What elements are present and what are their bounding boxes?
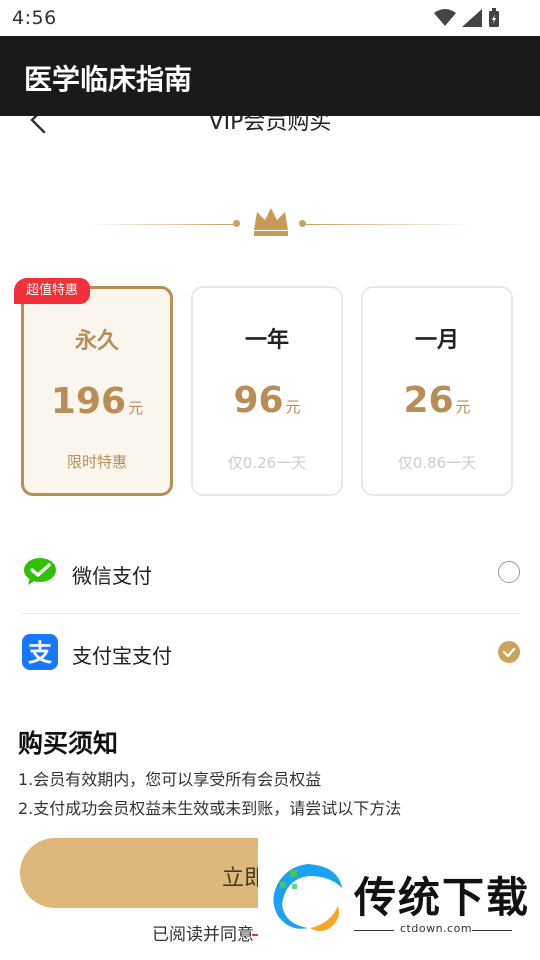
wifi-icon — [434, 9, 456, 26]
plan-card-year[interactable]: 一年 96 元 仅0.26一天 — [191, 286, 343, 496]
radio-checked-icon[interactable] — [498, 641, 520, 663]
decor-dot-left — [233, 220, 240, 227]
plan-name: 一年 — [244, 328, 289, 353]
notice-line: 2.支付成功会员权益未生效或未到账，请尝试以下方法 — [18, 799, 402, 818]
wechat-pay-icon — [24, 558, 56, 585]
watermark-rule-left — [354, 930, 394, 931]
plan-name: 永久 — [74, 329, 119, 354]
plan-note: 限时特惠 — [66, 453, 127, 471]
check-icon — [502, 647, 516, 658]
payment-option-alipay[interactable]: 支 支付宝支付 — [22, 618, 520, 688]
signal-icon — [462, 9, 482, 27]
watermark-logo — [273, 864, 342, 931]
plan-price: 96 元 — [193, 380, 341, 421]
status-time: 4:56 — [12, 7, 57, 29]
plan-list: 永久 196 元 限时特惠 超值特惠 一年 96 元 仅0.26一天 一月 26 元 … — [0, 278, 540, 498]
watermark-domain: ctdown.com — [400, 922, 473, 935]
plan-card-permanent[interactable]: 永久 196 元 限时特惠 — [21, 286, 173, 496]
plan-card-month[interactable]: 一月 26 元 仅0.86一天 — [361, 286, 513, 496]
plan-price-value: 26 — [403, 380, 454, 421]
plan-price: 26 元 — [363, 380, 511, 421]
payment-divider — [22, 613, 520, 614]
plan-price: 196 元 — [24, 381, 170, 422]
status-bar: 4:56 — [0, 0, 540, 36]
crown-decoration — [0, 200, 540, 244]
watermark-rule-right — [472, 930, 512, 931]
agreement-text[interactable]: 已阅读并同意 — [152, 920, 254, 945]
plan-price-unit: 元 — [285, 398, 301, 416]
svg-text:支: 支 — [28, 639, 53, 667]
decor-line-left — [88, 224, 233, 225]
app-bar: 医学临床指南 — [0, 36, 540, 116]
decor-dot-right — [299, 220, 306, 227]
notice-title: 购买须知 — [18, 729, 119, 758]
watermark-brand: 传统下载 — [354, 873, 531, 922]
plan-price-unit: 元 — [455, 398, 471, 416]
watermark: 传统下载 ctdown.com — [258, 838, 540, 960]
radio-unchecked-icon[interactable] — [498, 561, 520, 583]
plan-price-value: 96 — [233, 380, 284, 421]
plan-note: 仅0.86一天 — [397, 454, 477, 472]
decor-line-right — [306, 224, 476, 225]
alipay-icon: 支 — [22, 634, 58, 670]
status-icons — [434, 8, 500, 28]
plan-price-value: 196 — [50, 381, 127, 422]
payment-label: 微信支付 — [72, 564, 152, 588]
battery-icon — [489, 8, 499, 27]
payment-label: 支付宝支付 — [72, 644, 172, 668]
notice-line: 1.会员有效期内，您可以享受所有会员权益 — [18, 770, 322, 789]
crown-icon — [254, 208, 288, 236]
payment-option-wechat[interactable]: 微信支付 — [22, 538, 520, 608]
app-title: 医学临床指南 — [24, 63, 193, 96]
deal-badge: 超值特惠 — [14, 278, 91, 304]
plan-price-unit: 元 — [128, 399, 144, 417]
plan-note: 仅0.26一天 — [227, 454, 307, 472]
plan-name: 一月 — [414, 328, 459, 353]
